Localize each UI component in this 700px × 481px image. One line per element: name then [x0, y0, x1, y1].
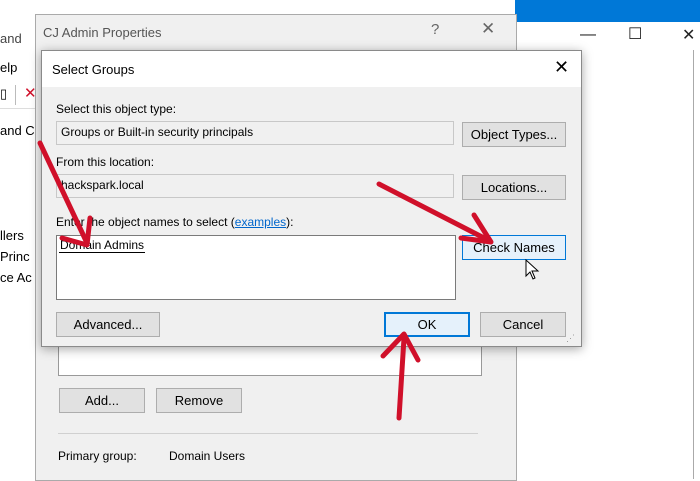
arrow-to-names-field [37, 140, 90, 246]
mouse-cursor-icon [525, 258, 540, 280]
annotation-overlay [37, 140, 540, 421]
arrow-to-check-names [376, 181, 491, 243]
arrow-to-ok [396, 335, 407, 421]
